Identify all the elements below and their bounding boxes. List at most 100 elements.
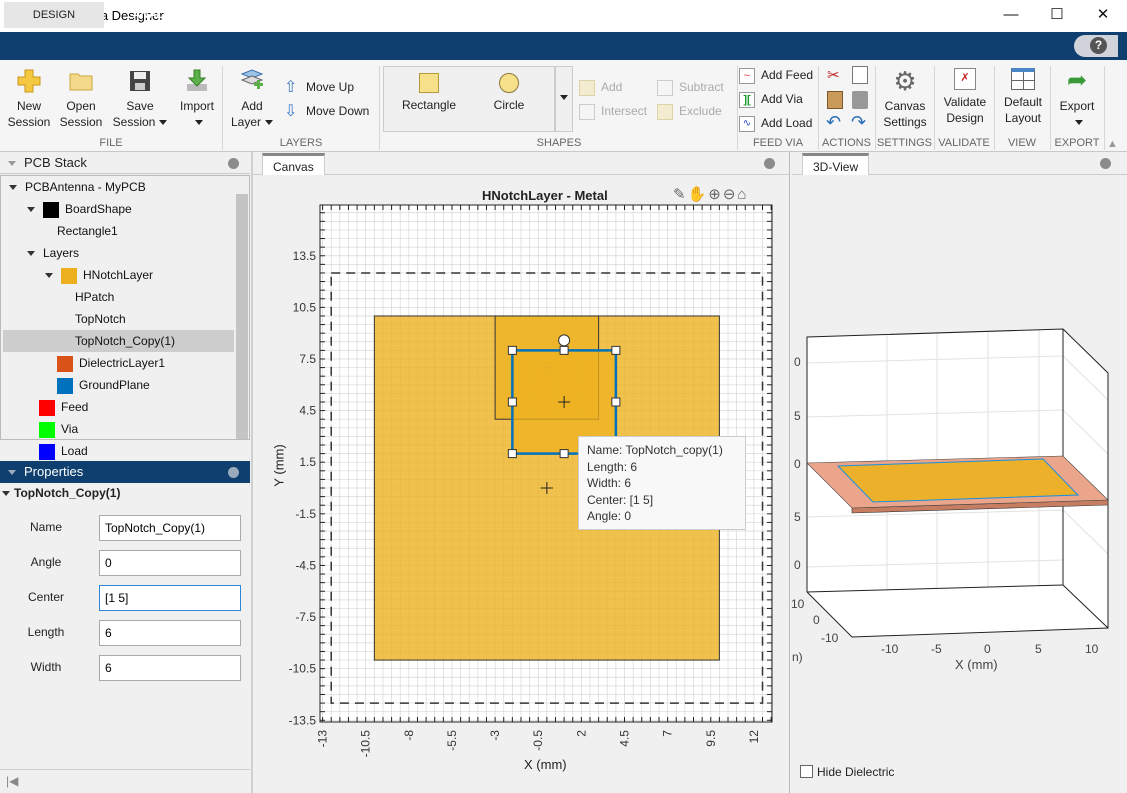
rectangle-shape-button[interactable]: Rectangle	[393, 73, 465, 113]
layout-grid-icon	[1011, 68, 1035, 90]
copy-icon[interactable]	[852, 66, 868, 84]
plus-icon	[17, 69, 41, 93]
group-label-file: FILE	[99, 137, 123, 149]
open-session-button[interactable]: Open Session	[58, 68, 104, 130]
tree-item-hpatch[interactable]: HPatch	[3, 286, 234, 308]
center-label: Center	[27, 590, 65, 604]
3d-z-tick-label: 0	[794, 355, 801, 369]
3d-view-axes[interactable]	[792, 175, 1127, 765]
save-session-button[interactable]: Save Session	[110, 68, 170, 130]
intersect-button[interactable]: Intersect	[579, 104, 647, 120]
pan-hand-icon[interactable]: ✋	[688, 186, 709, 203]
exclude-icon	[657, 104, 673, 120]
properties-header[interactable]: Properties	[0, 461, 250, 483]
tab-canvas[interactable]: Canvas	[262, 153, 325, 175]
add-shapes-button[interactable]: Add	[579, 80, 622, 96]
tree-item-dielectriclayer1[interactable]: DielectricLayer1	[3, 352, 234, 374]
move-up-button[interactable]: ⇧ Move Up	[284, 80, 354, 96]
collapse-left-icon[interactable]: |◀	[6, 774, 18, 788]
tree-scrollbar[interactable]	[236, 194, 248, 439]
tree-item-layers[interactable]: Layers	[3, 242, 234, 264]
add-load-button[interactable]: ∿ Add Load	[739, 116, 812, 132]
3d-x-tick-label: 0	[984, 642, 991, 656]
dropdown-caret-icon	[1075, 120, 1083, 126]
add-feed-button[interactable]: ~ Add Feed	[739, 68, 813, 84]
metal-layer-3d	[836, 458, 1080, 503]
tree-item-boardshape[interactable]: BoardShape	[3, 198, 234, 220]
tree-item-via[interactable]: Via	[3, 418, 234, 440]
validate-design-button[interactable]: ✗ Validate Design	[937, 68, 993, 126]
close-button[interactable]: ✕	[1080, 0, 1126, 32]
save-disk-icon	[130, 71, 150, 91]
help-button[interactable]: ?	[1074, 35, 1118, 57]
dropdown-caret-icon	[265, 120, 274, 126]
zoom-in-icon[interactable]: ⊕	[708, 186, 723, 203]
shape-tooltip: Name: TopNotch_copy(1) Length: 6 Width: 6C…	[578, 436, 746, 530]
union-icon	[579, 80, 595, 96]
color-swatch	[57, 355, 73, 372]
subtract-button[interactable]: Subtract	[657, 80, 724, 96]
circle-shape-button[interactable]: Circle	[474, 73, 544, 113]
default-layout-button[interactable]: Default Layout	[996, 68, 1050, 126]
panel-menu-icon[interactable]	[764, 158, 775, 169]
group-label-feed-via: FEED VIA	[752, 137, 804, 149]
panel-menu-icon[interactable]	[1100, 158, 1111, 169]
tree-item-groundplane[interactable]: GroundPlane	[3, 374, 234, 396]
maximize-button[interactable]: ☐	[1034, 0, 1080, 32]
export-button[interactable]: ➦ Export	[1052, 68, 1102, 130]
name-label: Name	[29, 520, 62, 534]
tab-design[interactable]: DESIGN	[4, 2, 104, 28]
checkbox-box[interactable]	[800, 765, 813, 779]
folder-icon	[69, 73, 93, 91]
tree-item-pcbantenna[interactable]: PCBAntenna - MyPCB	[3, 176, 234, 198]
dropdown-caret-icon	[159, 120, 168, 126]
hide-dielectric-checkbox[interactable]: Hide Dielectric	[800, 764, 894, 779]
minimize-button[interactable]: —	[988, 0, 1034, 32]
color-swatch	[39, 421, 55, 438]
brush-edit-icon[interactable]: ✎	[673, 186, 688, 203]
new-session-button[interactable]: New Session	[6, 68, 52, 130]
delete-trash-icon[interactable]	[852, 91, 868, 109]
home-icon[interactable]: ⌂	[737, 186, 748, 203]
group-label-export: EXPORT	[1054, 137, 1100, 149]
tree-item-load[interactable]: Load	[3, 440, 234, 462]
tree-item-topnotch[interactable]: TopNotch	[3, 308, 234, 330]
panel-menu-icon[interactable]	[228, 158, 239, 169]
cut-icon[interactable]: ✂	[827, 66, 845, 84]
add-layer-button[interactable]: Add Layer	[226, 68, 278, 130]
tree-item-rectangle1[interactable]: Rectangle1	[3, 220, 234, 242]
width-field[interactable]	[99, 655, 241, 681]
zoom-out-icon[interactable]: ⊖	[723, 186, 738, 203]
arrow-down-icon: ⇩	[284, 103, 298, 120]
import-arrow-icon	[187, 69, 207, 91]
panel-menu-icon[interactable]	[228, 467, 239, 478]
paste-icon[interactable]	[827, 91, 843, 109]
pcb-stack-header[interactable]: PCB Stack	[0, 152, 250, 174]
tab-3d-view[interactable]: 3D-View	[802, 153, 870, 175]
status-bar: |◀	[0, 769, 250, 793]
canvas-settings-button[interactable]: ⚙ Canvas Settings	[878, 68, 932, 130]
center-field[interactable]	[99, 585, 241, 611]
axes-toolbar: ✎✋⊕⊖⌂	[673, 185, 748, 203]
add-via-button[interactable]: ][Add Via	[739, 92, 803, 108]
pcb-stack-tree: PCBAntenna - MyPCB BoardShape Rectangle1…	[0, 175, 250, 460]
length-field[interactable]	[99, 620, 241, 646]
color-swatch	[43, 201, 59, 218]
subtract-icon	[657, 80, 673, 96]
gear-icon: ⚙	[893, 66, 917, 96]
gallery-expand-button[interactable]	[555, 66, 573, 132]
exclude-button[interactable]: Exclude	[657, 104, 722, 120]
tab-analysis[interactable]: ANALYSIS	[110, 2, 210, 28]
angle-label: Angle	[30, 555, 62, 569]
dropdown-caret-icon	[560, 95, 568, 100]
tree-item-topnotch-copy[interactable]: TopNotch_Copy(1)	[3, 330, 234, 352]
undo-icon[interactable]: ↶	[826, 112, 841, 133]
name-field[interactable]	[99, 515, 241, 541]
angle-field[interactable]	[99, 550, 241, 576]
collapse-ribbon-icon[interactable]: ▲	[1107, 138, 1118, 150]
import-button[interactable]: Import	[174, 68, 220, 130]
move-down-button[interactable]: ⇩ Move Down	[284, 104, 369, 120]
tree-item-hnotchlayer[interactable]: HNotchLayer	[3, 264, 234, 286]
redo-icon[interactable]: ↷	[851, 112, 866, 133]
tree-item-feed[interactable]: Feed	[3, 396, 234, 418]
